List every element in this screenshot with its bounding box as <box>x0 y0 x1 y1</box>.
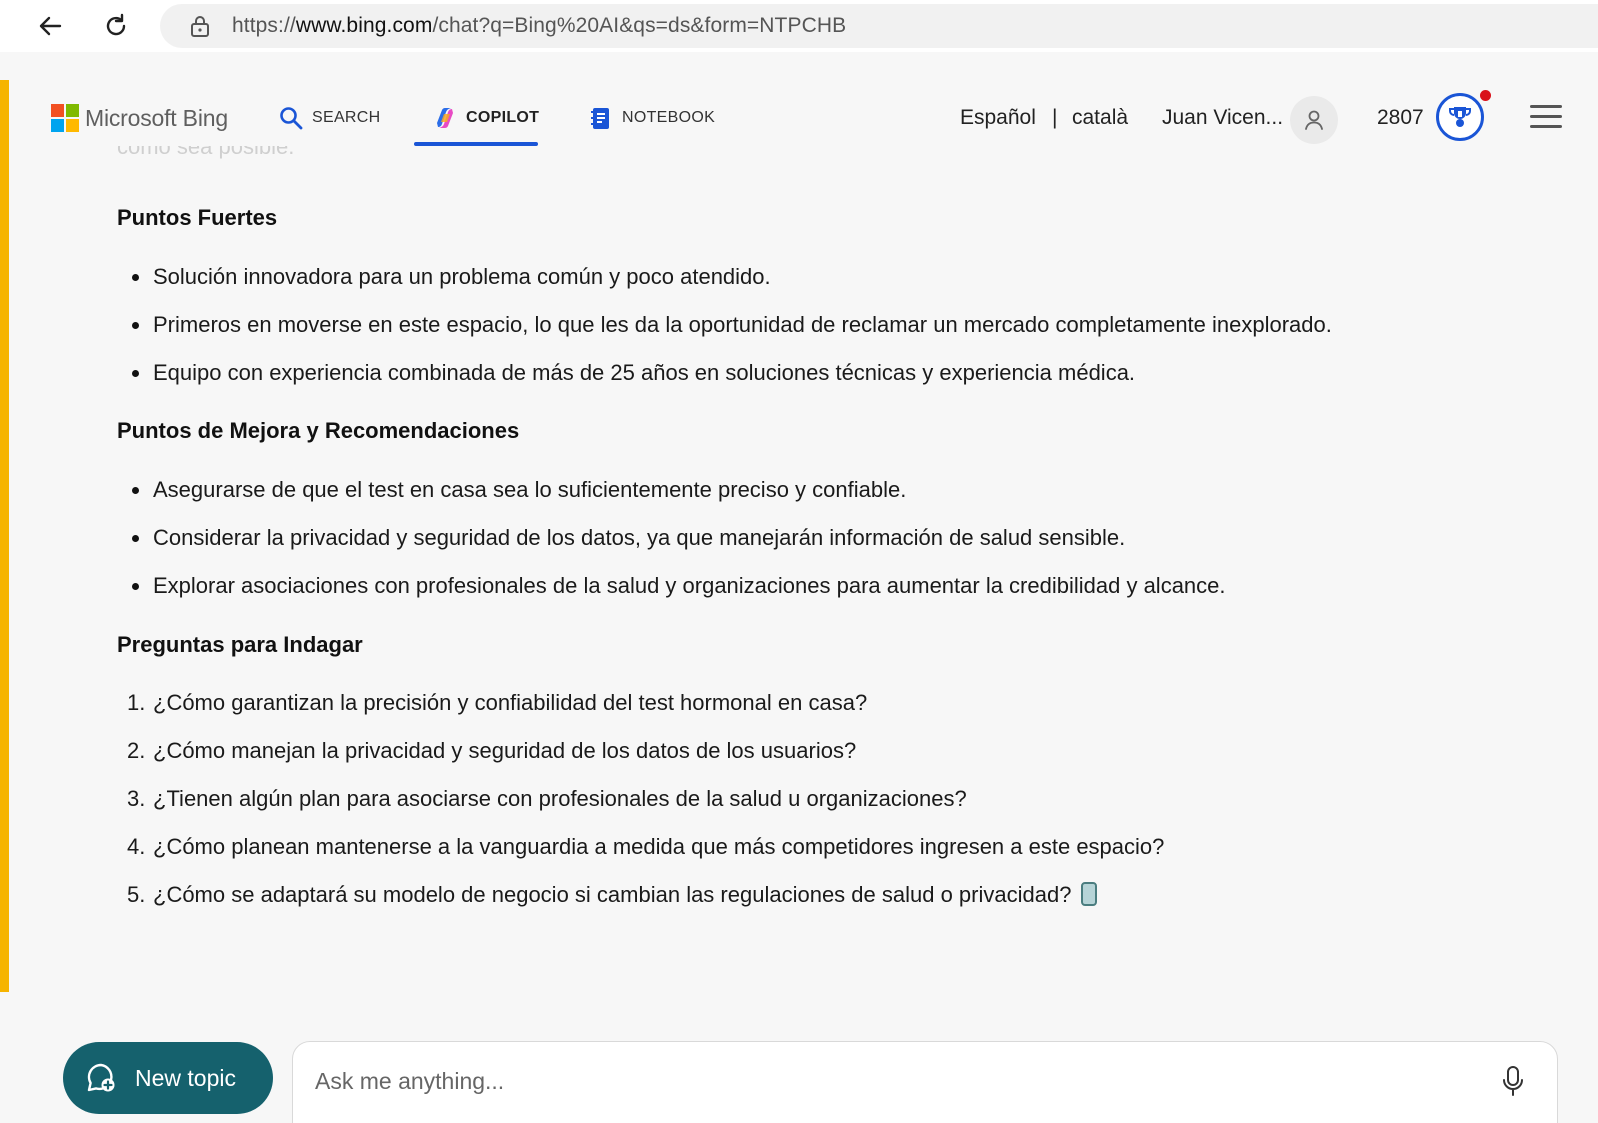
trophy-icon <box>1449 107 1471 127</box>
item-number: 1. <box>127 690 146 715</box>
bing-header: Microsoft Bing SEARCH COPILOT NOTEBOOK E… <box>16 60 1598 160</box>
url-text: https://www.bing.com/chat?q=Bing%20AI&qs… <box>232 14 846 38</box>
list-item: 5. ¿Cómo se adaptará su modelo de negocio… <box>117 882 1164 930</box>
item-number: 2. <box>127 738 146 763</box>
notification-dot <box>1480 90 1491 101</box>
list-item: 1. ¿Cómo garantizan la precisión y confia… <box>117 690 1164 738</box>
new-chat-icon <box>87 1063 115 1092</box>
copilot-icon <box>437 108 453 128</box>
item-number: 5. <box>127 882 146 907</box>
new-topic-label: New topic <box>135 1064 236 1091</box>
language-catala[interactable]: català <box>1072 106 1128 130</box>
url-path: /chat?q=Bing%20AI&qs=ds&form=NTPCHB <box>432 14 847 37</box>
item-text: ¿Cómo se adaptará su modelo de negocio s… <box>153 882 1072 907</box>
section-title-preguntas: Preguntas para Indagar <box>117 632 363 657</box>
user-name[interactable]: Juan Vicen... <box>1162 106 1283 130</box>
menu-button[interactable] <box>1530 105 1562 131</box>
typing-cursor <box>1081 882 1098 906</box>
tab-label: NOTEBOOK <box>622 109 716 126</box>
list-item: 4. ¿Cómo planean mantenerse a la vanguard… <box>117 834 1164 882</box>
notebook-icon <box>591 108 609 129</box>
rewards-points[interactable]: 2807 <box>1377 106 1424 130</box>
item-text: ¿Cómo manejan la privacidad y seguridad … <box>153 738 857 763</box>
language-espanol[interactable]: Español <box>960 106 1036 130</box>
menu-line <box>1530 115 1562 118</box>
list-item: Solución innovadora para un problema com… <box>117 264 1332 312</box>
url-prefix: https:// <box>232 14 296 37</box>
browser-toolbar: https://www.bing.com/chat?q=Bing%20AI&qs… <box>0 0 1598 52</box>
improvements-list: Asegurarse de que el test en casa sea lo… <box>117 477 1226 621</box>
tab-label: COPILOT <box>466 109 540 126</box>
item-text: ¿Cómo planean mantenerse a la vanguardia… <box>153 834 1165 859</box>
menu-line <box>1530 105 1562 108</box>
accent-stripe <box>0 80 9 992</box>
section-title-puntos-fuertes: Puntos Fuertes <box>117 205 278 230</box>
section-title-puntos-mejora: Puntos de Mejora y Recomendaciones <box>117 418 520 443</box>
back-button[interactable] <box>32 10 68 42</box>
reload-icon <box>106 13 126 36</box>
lock-icon <box>191 16 209 37</box>
chat-input[interactable] <box>315 1064 1465 1098</box>
reload-button[interactable] <box>98 10 134 42</box>
url-host: www.bing.com <box>295 14 433 37</box>
questions-list: 1. ¿Cómo garantizan la precisión y confia… <box>117 690 1164 930</box>
microphone-icon[interactable] <box>1499 1064 1527 1098</box>
list-item: Explorar asociaciones con profesionales … <box>117 573 1226 621</box>
tab-search[interactable]: SEARCH <box>278 90 380 146</box>
menu-line <box>1530 125 1562 128</box>
list-item: Considerar la privacidad y seguridad de … <box>117 525 1226 573</box>
item-text: ¿Cómo garantizan la precisión y confiabi… <box>153 690 868 715</box>
tab-label: SEARCH <box>312 109 381 126</box>
list-item: Equipo con experiencia combinada de más … <box>117 360 1332 408</box>
language-separator: | <box>1052 106 1058 129</box>
chat-input-box <box>292 1041 1558 1123</box>
item-number: 3. <box>127 786 146 811</box>
item-number: 4. <box>127 834 146 859</box>
strengths-list: Solución innovadora para un problema com… <box>117 264 1332 408</box>
microsoft-logo-icon <box>51 104 79 132</box>
list-item: 3. ¿Tienen algún plan para asociarse con … <box>117 786 1164 834</box>
tab-copilot[interactable]: COPILOT <box>432 90 539 146</box>
rewards-button[interactable] <box>1436 93 1484 141</box>
faded-line-text: como sea posible. <box>117 146 295 159</box>
address-bar[interactable]: https://www.bing.com/chat?q=Bing%20AI&qs… <box>160 4 1598 48</box>
item-text: ¿Tienen algún plan para asociarse con pr… <box>153 786 967 811</box>
avatar[interactable] <box>1290 96 1338 144</box>
list-item: Asegurarse de que el test en casa sea lo… <box>117 477 1226 525</box>
back-arrow-icon <box>39 16 62 36</box>
list-item: Primeros en moverse en este espacio, lo … <box>117 312 1332 360</box>
logo-text: Microsoft Bing <box>85 104 228 131</box>
list-item: 2. ¿Cómo manejan la privacidad y segurida… <box>117 738 1164 786</box>
new-topic-button[interactable]: New topic <box>63 1042 273 1114</box>
bing-logo[interactable]: Microsoft Bing <box>51 104 228 132</box>
faded-previous-line: como sea posible. <box>117 146 517 174</box>
tab-notebook[interactable]: NOTEBOOK <box>588 90 715 146</box>
search-icon <box>280 107 303 130</box>
user-icon <box>1305 110 1323 130</box>
